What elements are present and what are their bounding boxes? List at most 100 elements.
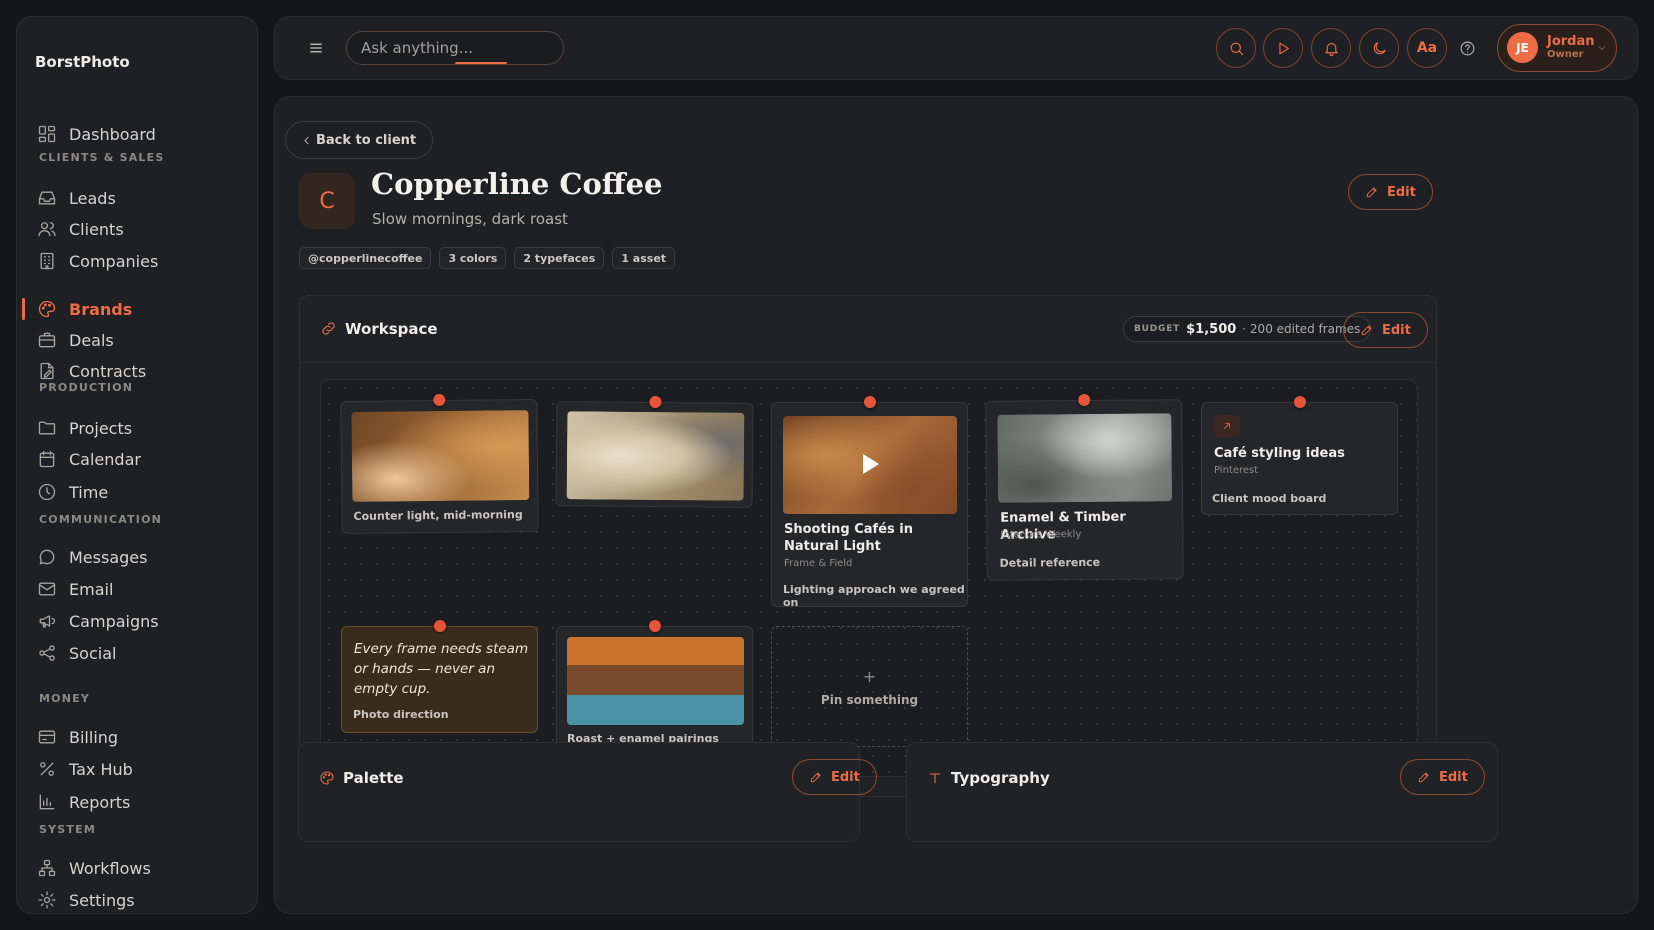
sidebar-item-tax-hub[interactable]: Tax Hub (37, 755, 133, 783)
search-input[interactable] (347, 32, 563, 64)
sidebar-item-label: Social (69, 643, 117, 663)
pin-caption: Counter light, mid-morning (353, 508, 523, 523)
sidebar-item-label: Billing (69, 727, 119, 747)
external-link-icon (1214, 415, 1240, 437)
sidebar-item-label: Campaigns (69, 611, 159, 631)
play-button[interactable] (1263, 28, 1303, 68)
sidebar-item-label: Messages (69, 547, 148, 567)
calendar-icon (39, 450, 55, 468)
sidebar-item-leads[interactable]: Leads (37, 184, 116, 212)
sidebar-item-companies[interactable]: Companies (37, 247, 158, 275)
workspace-header: Workspace BUDGET $1,500 · 200 edited fra… (300, 296, 1436, 363)
search-button[interactable] (1216, 28, 1256, 68)
pushpin (648, 620, 661, 632)
edit-label: Edit (1382, 322, 1411, 338)
chevron-down-icon (1596, 42, 1608, 54)
sidebar-item-label: Contracts (69, 361, 147, 381)
play-icon (1278, 42, 1289, 54)
bell-icon (1324, 42, 1338, 56)
type-icon (927, 770, 943, 786)
folder-icon (38, 421, 56, 435)
font-size-button[interactable]: Aa (1407, 28, 1447, 68)
sidebar-item-billing[interactable]: Billing (37, 723, 118, 751)
help-button[interactable] (1459, 40, 1476, 57)
share-icon (39, 645, 55, 661)
avatar: JE (1507, 32, 1538, 63)
pin-soft-light-photo[interactable] (555, 395, 754, 508)
video-thumbnail (783, 416, 957, 514)
edit-label: Edit (1439, 769, 1468, 785)
pin-note-photo-direction[interactable]: Every frame needs steam or hands — never… (341, 620, 538, 733)
sidebar-item-deals[interactable]: Deals (37, 326, 114, 354)
sidebar-item-label: Leads (69, 188, 116, 208)
typography-card: Typography Edit (906, 742, 1498, 842)
edit-workspace-button[interactable]: Edit (1343, 312, 1428, 348)
edit-typography-button[interactable]: Edit (1400, 759, 1485, 795)
sidebar-item-dashboard[interactable]: Dashboard (37, 120, 156, 148)
sidebar-item-email[interactable]: Email (37, 575, 113, 603)
sidebar-item-reports[interactable]: Reports (37, 788, 130, 816)
chevron-left-icon (304, 136, 309, 145)
megaphone-icon (39, 615, 56, 628)
pin-archive[interactable]: Enamel & Timber Archive Interiors Weekly… (985, 393, 1184, 581)
top-bar: Aa JE Jordan Owner (274, 16, 1638, 80)
message-icon (39, 549, 55, 565)
sidebar-item-settings[interactable]: Settings (37, 886, 135, 914)
pin-video-natural-light[interactable]: Shooting Cafés in Natural Light Frame & … (771, 396, 968, 609)
sidebar-item-campaigns[interactable]: Campaigns (37, 607, 159, 635)
gear-icon (38, 891, 56, 909)
swatch-color-3 (567, 695, 744, 725)
user-menu[interactable]: JE Jordan Owner (1497, 24, 1617, 72)
pin-caption: Lighting approach we agreed on (783, 583, 965, 609)
brand-logo: C (299, 173, 355, 229)
pin-link-cafe-styling[interactable]: Café styling ideas Pinterest Client mood… (1201, 396, 1398, 515)
sidebar-item-workflows[interactable]: Workflows (37, 854, 151, 882)
sidebar: BorstPhoto Dashboard CLIENTS & SALES Lea… (16, 16, 258, 914)
tag-assets: 1 asset (612, 247, 676, 269)
search-box (346, 31, 564, 65)
pin-source: Interiors Weekly (1000, 529, 1082, 541)
edit-palette-button[interactable]: Edit (792, 759, 877, 795)
nav-section-production: PRODUCTION (39, 381, 134, 394)
sidebar-item-social[interactable]: Social (37, 639, 116, 667)
pin-title: Shooting Cafés in Natural Light (784, 522, 913, 554)
pencil-icon (810, 772, 821, 783)
back-to-client-button[interactable]: Back to client (285, 121, 434, 159)
sidebar-item-time[interactable]: Time (37, 478, 108, 506)
font-size-label: Aa (1416, 40, 1438, 56)
notifications-button[interactable] (1311, 28, 1351, 68)
note-text: Every frame needs steam or hands — never… (354, 641, 529, 697)
sidebar-item-clients[interactable]: Clients (37, 215, 124, 243)
menu-button[interactable] (307, 39, 325, 57)
add-label: Pin something (820, 693, 919, 707)
pencil-icon (1366, 187, 1377, 198)
app-name: BorstPhoto (35, 53, 130, 71)
dashboard-icon (38, 125, 56, 143)
edit-brand-button[interactable]: Edit (1348, 174, 1433, 210)
sidebar-item-projects[interactable]: Projects (37, 414, 132, 442)
palette-icon (38, 300, 56, 318)
sidebar-item-label: Reports (69, 792, 131, 812)
help-circle-icon (1460, 41, 1475, 56)
nav-section-clients-sales: CLIENTS & SALES (39, 151, 165, 164)
plus-icon: + (862, 667, 877, 686)
page-title: Copperline Coffee (371, 167, 663, 201)
sidebar-item-calendar[interactable]: Calendar (37, 445, 141, 473)
theme-toggle-button[interactable] (1359, 28, 1399, 68)
swatch-color-1 (567, 637, 744, 666)
sidebar-item-label: Brands (69, 299, 133, 319)
sidebar-item-label: Tax Hub (69, 759, 133, 779)
hamburger-icon (310, 43, 322, 53)
pin-swatch-pairings[interactable]: Roast + enamel pairings (556, 620, 753, 756)
budget-label: BUDGET (1134, 324, 1181, 334)
sidebar-item-label: Dashboard (69, 124, 156, 144)
tag-typefaces: 2 typefaces (514, 247, 605, 269)
credit-card-icon (38, 730, 56, 744)
search-focus-glow (455, 62, 507, 64)
pin-source: Pinterest (1214, 465, 1259, 476)
pin-counter-light[interactable]: Counter light, mid-morning (340, 393, 539, 535)
sidebar-item-brands[interactable]: Brands (37, 295, 132, 323)
pin-something-button[interactable]: + Pin something (771, 626, 968, 747)
inbox-icon (38, 191, 56, 205)
sidebar-item-messages[interactable]: Messages (37, 543, 147, 571)
